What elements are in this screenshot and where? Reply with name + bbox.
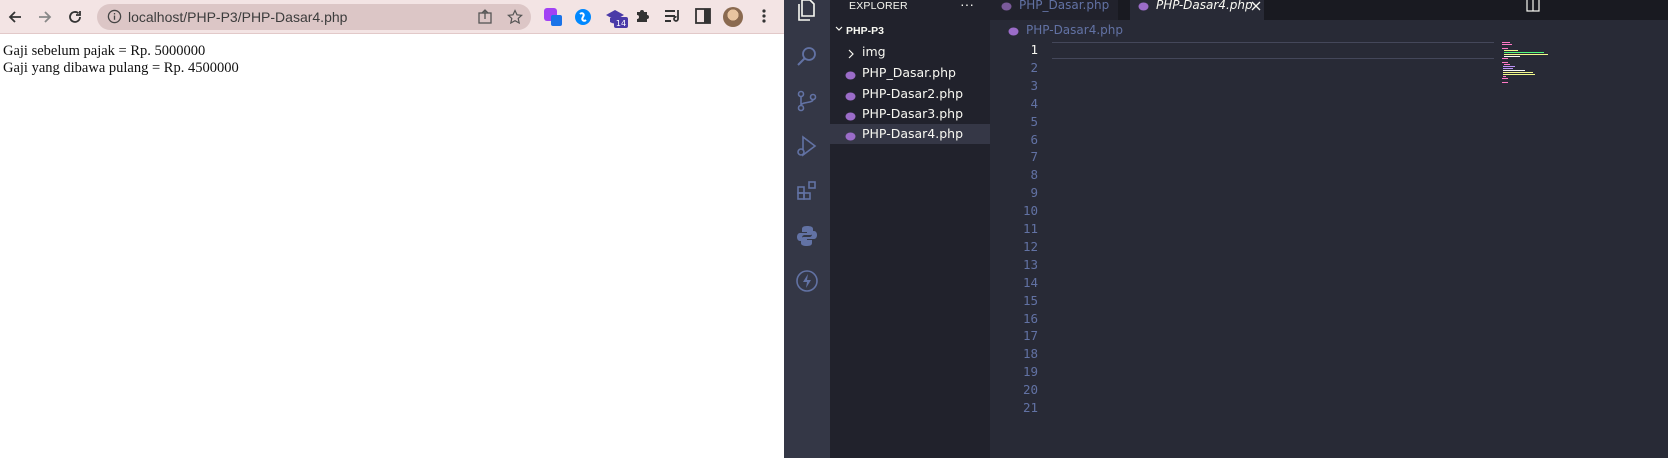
source-control-icon[interactable] <box>795 89 819 113</box>
php-file-icon <box>1138 0 1149 14</box>
tree-item-php-dasar3[interactable]: PHP-Dasar3.php <box>830 104 990 124</box>
line-number: 12 <box>1022 238 1038 254</box>
shazam-extension-icon[interactable] <box>573 7 593 27</box>
tree-item-img-folder[interactable]: img <box>830 42 990 62</box>
line-number: 10 <box>1022 203 1038 219</box>
breadcrumb: PHP-Dasar4.php <box>990 20 1668 40</box>
explorer-title: EXPLORER <box>849 0 908 12</box>
extension-icon[interactable]: 14 <box>604 7 628 28</box>
line-number: 13 <box>1022 256 1038 272</box>
workspace-folder-label: PHP-P3 <box>846 25 884 37</box>
bookmark-star-icon[interactable] <box>507 9 523 30</box>
line-number: 1 <box>1030 42 1038 57</box>
info-icon[interactable] <box>107 9 122 29</box>
profile-avatar[interactable] <box>723 7 743 27</box>
php-file-icon <box>845 89 856 101</box>
files-icon[interactable] <box>795 0 819 22</box>
color-picker-extension-icon[interactable] <box>543 7 563 27</box>
tab-label: PHP-Dasar4.php <box>1156 0 1253 12</box>
tree-item-php-dasar2[interactable]: PHP-Dasar2.php <box>830 84 990 104</box>
kebab-menu-icon[interactable] <box>755 7 775 27</box>
line-number: 4 <box>1030 95 1038 111</box>
line-number: 18 <box>1022 346 1038 362</box>
line-number: 14 <box>1022 274 1038 290</box>
extensions-icon[interactable] <box>795 179 819 203</box>
chevron-right-icon <box>847 47 855 62</box>
activity-bar <box>784 0 830 458</box>
page-content: Gaji sebelum pajak = Rp. 5000000 Gaji ya… <box>0 35 784 458</box>
browser-window: localhost/PHP-P3/PHP-Dasar4.php 14 Gaji … <box>0 0 784 458</box>
tab-php-dasar[interactable]: PHP_Dasar.php <box>990 0 1118 20</box>
split-editor-icon[interactable] <box>1526 0 1540 17</box>
editor-tab-bar: PHP_Dasar.php PHP-Dasar4.php <box>990 0 1668 20</box>
browser-toolbar: localhost/PHP-P3/PHP-Dasar4.php 14 <box>0 0 784 34</box>
tab-label: PHP_Dasar.php <box>1019 0 1110 12</box>
php-file-icon <box>845 129 856 141</box>
python-icon[interactable] <box>795 224 819 248</box>
line-number: 2 <box>1030 59 1038 75</box>
line-number: 15 <box>1022 292 1038 308</box>
reload-icon[interactable] <box>64 6 86 28</box>
tree-item-label: PHP-Dasar2.php <box>862 86 964 101</box>
output-line-gross-salary: Gaji sebelum pajak = Rp. 5000000 <box>3 43 206 59</box>
line-number: 11 <box>1022 221 1038 236</box>
line-number: 19 <box>1022 364 1038 380</box>
workspace-folder[interactable]: PHP-P3 <box>834 24 884 37</box>
php-file-icon <box>1001 0 1012 14</box>
tree-item-label: PHP-Dasar3.php <box>862 106 964 121</box>
explorer-sidebar: EXPLORER ··· PHP-P3 img PHP_Dasar.php PH… <box>830 0 990 458</box>
url-text[interactable]: localhost/PHP-P3/PHP-Dasar4.php <box>128 9 347 25</box>
tree-item-label: PHP_Dasar.php <box>862 65 956 80</box>
code-editor[interactable]: 123456789101112131415161718192021 <!DOCT… <box>990 40 1668 458</box>
line-number: 5 <box>1030 113 1038 129</box>
line-number: 3 <box>1030 77 1038 93</box>
line-number: 8 <box>1030 167 1038 183</box>
address-bar[interactable]: localhost/PHP-P3/PHP-Dasar4.php <box>97 4 531 30</box>
line-number: 21 <box>1022 400 1038 415</box>
line-number: 20 <box>1022 382 1038 398</box>
current-line-highlight <box>1052 42 1494 59</box>
minimap[interactable] <box>1498 40 1558 100</box>
forward-arrow-icon[interactable] <box>34 6 56 28</box>
line-number: 16 <box>1022 310 1038 326</box>
reading-list-icon[interactable] <box>664 7 684 27</box>
breadcrumb-file[interactable]: PHP-Dasar4.php <box>1026 23 1123 37</box>
php-file-icon <box>845 68 856 80</box>
extension-badge: 14 <box>616 19 626 28</box>
php-file-icon <box>845 109 856 121</box>
search-icon[interactable] <box>795 44 819 68</box>
vscode-window: EXPLORER ··· PHP-P3 img PHP_Dasar.php PH… <box>784 0 1668 458</box>
line-number: 17 <box>1022 328 1038 344</box>
close-icon[interactable] <box>1251 0 1261 14</box>
php-file-icon <box>1008 25 1019 39</box>
tree-item-php-dasar4[interactable]: PHP-Dasar4.php <box>830 124 990 144</box>
back-arrow-icon[interactable] <box>4 6 26 28</box>
run-debug-icon[interactable] <box>795 134 819 158</box>
puzzle-icon[interactable] <box>634 7 654 27</box>
chevron-down-icon <box>834 24 846 37</box>
explorer-more-icon[interactable]: ··· <box>960 0 974 12</box>
tree-item-php-dasar[interactable]: PHP_Dasar.php <box>830 63 990 83</box>
tree-item-label: PHP-Dasar4.php <box>862 126 964 141</box>
line-number: 6 <box>1030 131 1038 147</box>
output-line-take-home: Gaji yang dibawa pulang = Rp. 4500000 <box>3 60 239 76</box>
side-panel-icon[interactable] <box>694 7 714 27</box>
tab-php-dasar4[interactable]: PHP-Dasar4.php <box>1130 0 1264 20</box>
lightning-icon[interactable] <box>795 269 819 293</box>
line-number: 7 <box>1030 149 1038 165</box>
line-number: 9 <box>1030 185 1038 201</box>
share-icon[interactable] <box>477 9 493 30</box>
tree-item-label: img <box>862 44 886 59</box>
